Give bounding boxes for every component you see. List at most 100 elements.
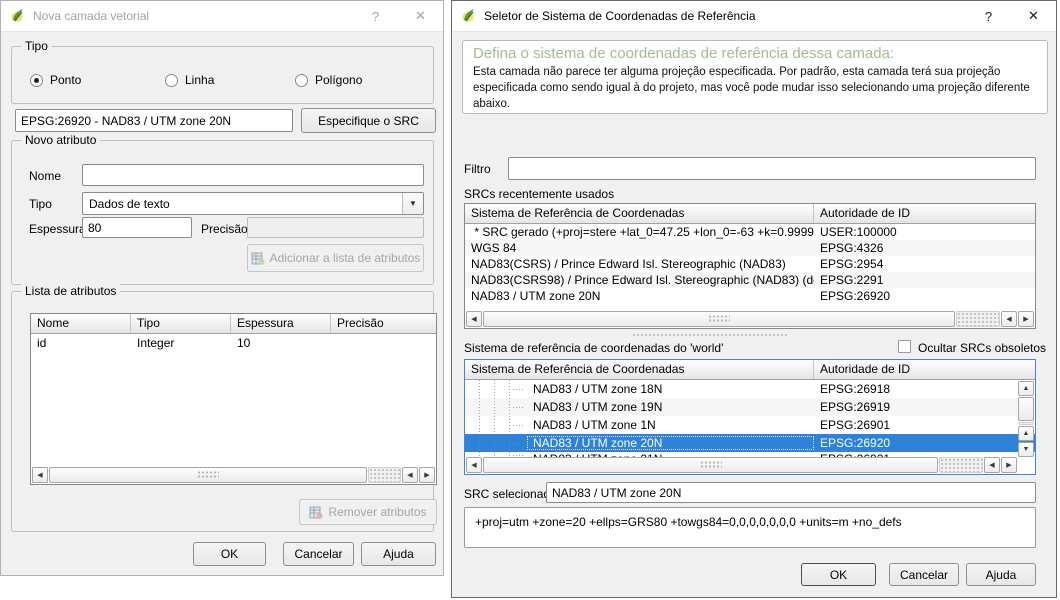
type-group: Tipo Ponto Linha Polígono (11, 46, 434, 104)
table-row[interactable]: id Integer 10 (31, 334, 436, 352)
scroll-left-icon[interactable]: ◀ (466, 457, 482, 473)
scroll-right-icon[interactable]: ▶ (419, 467, 435, 483)
recent-crs-label: SRCs recentemente usados (464, 187, 614, 201)
col-espessura[interactable]: Espessura (231, 314, 331, 333)
name-field[interactable] (82, 164, 424, 186)
type-group-legend: Tipo (21, 39, 52, 53)
help-button[interactable]: Ajuda (966, 563, 1036, 586)
col-authority[interactable]: Autoridade de ID (814, 204, 1035, 223)
radio-linha[interactable]: Linha (165, 73, 214, 87)
attribute-table: Nome Tipo Espessura Precisão id Integer … (30, 313, 437, 485)
recent-table-hscrollbar[interactable]: ◀ ◀ ▶ (466, 311, 1034, 327)
cancel-button[interactable]: Cancelar (889, 563, 959, 586)
attribute-table-hscrollbar[interactable]: ◀ ◀ ▶ (32, 467, 435, 483)
scroll-left-icon[interactable]: ◀ (1001, 311, 1017, 327)
world-crs-table: Sistema de Referência de Coordenadas Aut… (464, 359, 1036, 475)
titlebar-right[interactable]: Seletor de Sistema de Coordenadas de Ref… (452, 1, 1056, 32)
radio-checked-icon (30, 74, 43, 87)
scroll-right-icon[interactable]: ▶ (1018, 311, 1034, 327)
col-authority[interactable]: Autoridade de ID (814, 360, 1035, 379)
width-field[interactable] (82, 217, 192, 238)
scroll-left-icon[interactable]: ◀ (466, 311, 482, 327)
scroll-left-icon[interactable]: ◀ (32, 467, 48, 483)
world-table-hscrollbar[interactable]: ◀ ◀ ▶ (466, 457, 1017, 473)
close-icon[interactable]: ✕ (398, 1, 443, 31)
scrollbar-thumb[interactable] (1018, 397, 1034, 421)
scrollbar-thumb[interactable] (49, 467, 367, 483)
scrollbar-track[interactable] (368, 467, 401, 483)
scroll-up-icon[interactable]: ▲ (1018, 381, 1034, 396)
qgis-logo-icon (10, 8, 26, 24)
crs-selector-dialog: Seletor de Sistema de Coordenadas de Ref… (451, 0, 1057, 598)
scroll-left-icon[interactable]: ◀ (402, 467, 418, 483)
remove-attributes-button: Remover atributos (299, 499, 437, 525)
specify-crs-button[interactable]: Especifique o SRC (301, 108, 436, 133)
scroll-down-icon[interactable]: ▼ (1018, 442, 1034, 457)
col-nome[interactable]: Nome (31, 314, 131, 333)
attribute-table-header[interactable]: Nome Tipo Espessura Precisão (31, 314, 436, 334)
radio-ponto[interactable]: Ponto (30, 73, 81, 87)
recent-table-header[interactable]: Sistema de Referência de Coordenadas Aut… (465, 204, 1035, 224)
type-combobox-value: Dados de texto (83, 193, 402, 214)
proj4-string-box[interactable]: +proj=utm +zone=20 +ellps=GRS80 +towgs84… (464, 507, 1036, 548)
scroll-up-icon[interactable]: ▲ (1018, 426, 1034, 441)
tree-lines (465, 416, 527, 434)
recent-row[interactable]: NAD83 / UTM zone 20N EPSG:26920 (465, 288, 1035, 304)
help-button[interactable]: Ajuda (361, 542, 436, 566)
world-table-header[interactable]: Sistema de Referência de Coordenadas Aut… (465, 360, 1035, 380)
scrollbar-thumb[interactable] (483, 311, 955, 327)
precision-field (247, 217, 424, 238)
recent-row[interactable]: WGS 84 EPSG:4326 (465, 240, 1035, 256)
thumb-grip (708, 315, 730, 324)
cancel-button[interactable]: Cancelar (283, 542, 354, 566)
scrollbar-track[interactable] (1018, 422, 1034, 425)
ok-button[interactable]: OK (193, 542, 266, 566)
filter-input[interactable] (508, 157, 1036, 180)
titlebar-left[interactable]: Nova camada vetorial ? ✕ (1, 1, 443, 32)
col-crs[interactable]: Sistema de Referência de Coordenadas (465, 360, 814, 379)
world-row[interactable]: NAD83 / UTM zone 18N EPSG:26918 (465, 380, 1035, 398)
hide-deprecated-checkbox[interactable] (898, 340, 911, 353)
scroll-right-icon[interactable]: ▶ (1001, 457, 1017, 473)
splitter-handle[interactable] (632, 333, 788, 337)
name-label: Nome (29, 169, 61, 183)
world-row[interactable]: NAD83 / UTM zone 19N EPSG:26919 (465, 398, 1035, 416)
col-crs[interactable]: Sistema de Referência de Coordenadas (465, 204, 814, 223)
help-icon[interactable]: ? (966, 1, 1011, 31)
scrollbar-track[interactable] (956, 311, 1000, 327)
width-label: Espessura (29, 222, 86, 236)
scrollbar-thumb[interactable] (483, 457, 938, 473)
recent-row[interactable]: NAD83(CSRS98) / Prince Edward Isl. Stere… (465, 272, 1035, 288)
hide-deprecated-label[interactable]: Ocultar SRCs obsoletos (918, 341, 1046, 355)
scrollbar-track[interactable] (939, 457, 983, 473)
add-attribute-label: Adicionar a lista de atributos (270, 251, 421, 265)
remove-attributes-label: Remover atributos (328, 505, 426, 519)
chevron-down-icon[interactable]: ▼ (402, 193, 423, 214)
radio-poligono[interactable]: Polígono (295, 73, 362, 87)
dialog-title: Seletor de Sistema de Coordenadas de Ref… (484, 9, 756, 23)
radio-unchecked-icon (295, 74, 308, 87)
scroll-left-icon[interactable]: ◀ (984, 457, 1000, 473)
world-crs-label: Sistema de referência de coordenadas do … (464, 341, 723, 355)
filter-label: Filtro (464, 162, 491, 176)
world-row[interactable]: NAD83 / UTM zone 1N EPSG:26901 (465, 416, 1035, 434)
new-vector-layer-dialog: Nova camada vetorial ? ✕ Tipo Ponto Linh… (0, 0, 444, 576)
help-icon[interactable]: ? (353, 1, 398, 31)
col-precisao[interactable]: Precisão (331, 314, 436, 333)
world-row-selected[interactable]: NAD83 / UTM zone 20N EPSG:26920 (465, 434, 1035, 452)
recent-row[interactable]: NAD83(CSRS) / Prince Edward Isl. Stereog… (465, 256, 1035, 272)
new-attribute-legend: Novo atributo (21, 133, 100, 147)
selected-crs-field[interactable] (546, 482, 1036, 503)
tree-lines (465, 398, 527, 416)
ok-button[interactable]: OK (801, 563, 876, 586)
thumb-grip (700, 461, 722, 470)
radio-linha-label: Linha (185, 73, 214, 87)
type-combobox[interactable]: Dados de texto ▼ (82, 192, 424, 215)
crs-field[interactable] (15, 109, 293, 132)
recent-row[interactable]: * SRC gerado (+proj=stere +lat_0=47.25 +… (465, 224, 1035, 240)
radio-unchecked-icon (165, 74, 178, 87)
col-tipo[interactable]: Tipo (131, 314, 231, 333)
close-icon[interactable]: ✕ (1011, 1, 1056, 31)
type-label: Tipo (29, 197, 52, 211)
world-table-vscrollbar[interactable]: ▲ ▲ ▼ (1018, 381, 1034, 457)
